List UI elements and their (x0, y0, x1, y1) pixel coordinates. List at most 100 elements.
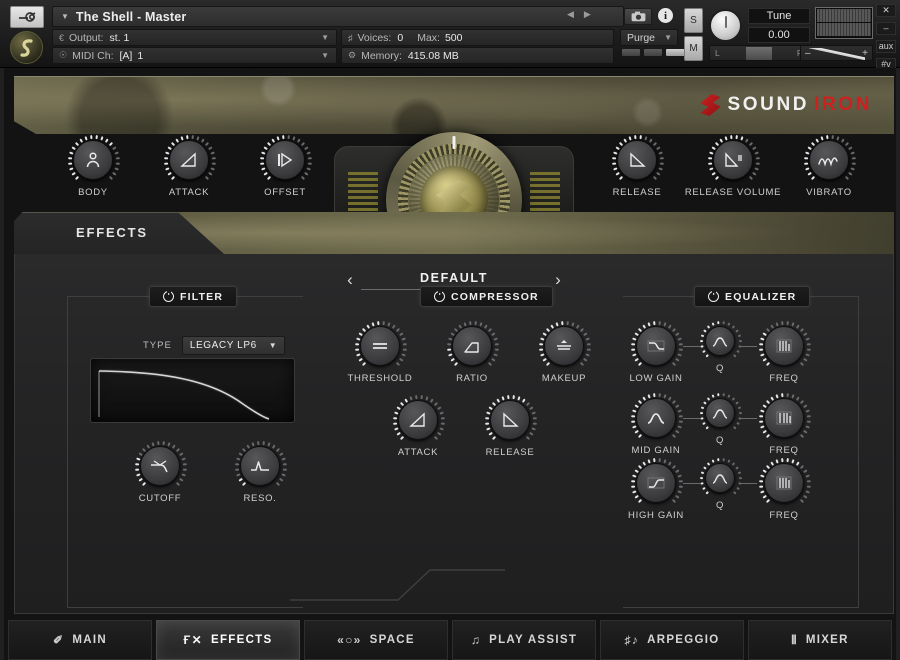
knob-mid-gain[interactable]: MID GAIN (629, 398, 683, 456)
knob-dial[interactable] (398, 400, 438, 440)
midi-label: MIDI Ch: (72, 50, 113, 62)
knob-dial[interactable] (169, 140, 209, 180)
release-ramp-icon (491, 401, 529, 439)
filter-power-button[interactable]: FILTER (149, 286, 237, 307)
knob-dial[interactable] (705, 326, 735, 356)
filter-type-select[interactable]: LEGACY LP6 ▼ (182, 336, 286, 355)
knob-label: Q (716, 500, 724, 511)
tab-effects[interactable]: Ғ✕ EFFECTS (156, 620, 300, 660)
chevron-down-icon[interactable]: ▼ (321, 51, 329, 60)
equalizer-power-button[interactable]: EQUALIZER (694, 286, 810, 307)
knob-low-freq[interactable]: FREQ (757, 326, 811, 384)
volume-slider[interactable]: – + (800, 45, 873, 61)
purge-menu[interactable]: Purge ▼ (620, 29, 678, 46)
aux-button[interactable]: aux (876, 40, 896, 53)
volume-plus-label[interactable]: + (862, 48, 868, 59)
soundiron-mark-icon (700, 94, 720, 116)
instrument-ui: SOUNDIRON BODY (0, 68, 900, 660)
solo-button[interactable]: S (684, 8, 703, 33)
knob-release-volume[interactable]: RELEASE VOLUME (706, 140, 760, 198)
tab-space[interactable]: «○» SPACE (304, 620, 448, 660)
knob-dial[interactable] (265, 140, 305, 180)
knob-tick (561, 321, 563, 325)
close-icon[interactable]: ✕ (876, 4, 896, 17)
tab-label: EFFECTS (211, 634, 273, 646)
snapshot-camera-icon[interactable] (624, 8, 652, 25)
knob-tick (393, 417, 397, 419)
tab-mixer[interactable]: ⦀ MIXER (748, 620, 892, 660)
knob-dial[interactable] (73, 140, 113, 180)
next-arrow-icon[interactable]: ▶ (584, 9, 591, 20)
knob-vibrato[interactable]: VIBRATO (802, 140, 856, 198)
knob-high-q[interactable]: Q (700, 463, 740, 511)
knob-tick (735, 466, 739, 469)
tune-knob[interactable] (709, 9, 742, 42)
knob-dial[interactable] (764, 326, 804, 366)
midi-icon: ☉ (59, 50, 67, 61)
knob-dial[interactable] (705, 398, 735, 428)
knob-mid-q[interactable]: Q (700, 398, 740, 446)
knob-threshold[interactable]: THRESHOLD (353, 326, 407, 384)
knob-tick (804, 157, 808, 159)
tab-arpeggio[interactable]: ♯♪ ARPEGGIO (600, 620, 744, 660)
knob-ratio[interactable]: RATIO (445, 326, 499, 384)
memory-row: ⚙ Memory: 415.08 MB (341, 47, 614, 64)
knob-dial[interactable] (140, 446, 180, 486)
knob-dial[interactable] (809, 140, 849, 180)
knob-dial[interactable] (240, 446, 280, 486)
knob-dial[interactable] (713, 140, 753, 180)
knob-low-q[interactable]: Q (700, 326, 740, 374)
prev-arrow-icon[interactable]: ◀ (567, 9, 574, 20)
knob-tick (722, 393, 724, 396)
knob-reso[interactable]: RESO. (233, 446, 287, 504)
knob-makeup[interactable]: MAKEUP (537, 326, 591, 384)
knob-dial[interactable] (636, 398, 676, 438)
knob-low-gain[interactable]: LOW GAIN (629, 326, 683, 384)
chevron-down-icon[interactable]: ▼ (664, 33, 672, 42)
tune-value[interactable]: 0.00 (748, 27, 810, 43)
pan-thumb[interactable] (746, 47, 772, 60)
knob-tick (803, 358, 807, 362)
knob-dial[interactable] (452, 326, 492, 366)
knob-tick (658, 321, 660, 325)
knob-tick (760, 490, 764, 493)
preset-prev-icon[interactable]: ‹ (339, 270, 361, 290)
knob-attack[interactable]: ATTACK (162, 140, 216, 198)
knob-high-freq[interactable]: FREQ (757, 463, 811, 521)
knob-high-gain[interactable]: HIGH GAIN (629, 463, 683, 521)
minimize-icon[interactable]: – (876, 22, 896, 35)
compressor-power-button[interactable]: COMPRESSOR (420, 286, 553, 307)
instrument-title-bar[interactable]: ▼ The Shell - Master (52, 6, 624, 27)
knob-dial[interactable] (636, 326, 676, 366)
output-row[interactable]: € Output: st. 1 ▼ (52, 29, 337, 46)
chevron-down-icon[interactable]: ▼ (61, 12, 69, 21)
pan-slider[interactable]: L R (709, 45, 810, 61)
knob-dial[interactable] (617, 140, 657, 180)
knob-comp-attack[interactable]: ATTACK (391, 400, 445, 458)
tab-main[interactable]: ✐ MAIN (8, 620, 152, 660)
wrench-icon[interactable] (10, 6, 44, 28)
knob-tick (754, 151, 758, 154)
knob-mid-freq[interactable]: FREQ (757, 398, 811, 456)
knob-release[interactable]: RELEASE (610, 140, 664, 198)
knob-comp-release[interactable]: RELEASE (483, 400, 537, 458)
volume-minus-label[interactable]: – (805, 48, 811, 59)
knob-dial[interactable] (764, 398, 804, 438)
knob-tick (236, 457, 240, 460)
chevron-down-icon[interactable]: ▼ (269, 341, 278, 350)
knob-dial[interactable] (490, 400, 530, 440)
knob-dial[interactable] (764, 463, 804, 503)
knob-dial[interactable] (636, 463, 676, 503)
mute-button[interactable]: M (684, 36, 703, 61)
tab-play-assist[interactable]: ♫ PLAY ASSIST (452, 620, 596, 660)
info-icon[interactable]: i (658, 8, 673, 23)
knob-dial[interactable] (705, 463, 735, 493)
knob-cutoff[interactable]: CUTOFF (133, 446, 187, 504)
midi-row[interactable]: ☉ MIDI Ch: [A] 1 ▼ (52, 47, 337, 64)
knob-tick (739, 477, 742, 479)
knob-body[interactable]: BODY (66, 140, 120, 198)
knob-dial[interactable] (544, 326, 584, 366)
chevron-down-icon[interactable]: ▼ (321, 33, 329, 42)
knob-offset[interactable]: OFFSET (258, 140, 312, 198)
knob-dial[interactable] (360, 326, 400, 366)
